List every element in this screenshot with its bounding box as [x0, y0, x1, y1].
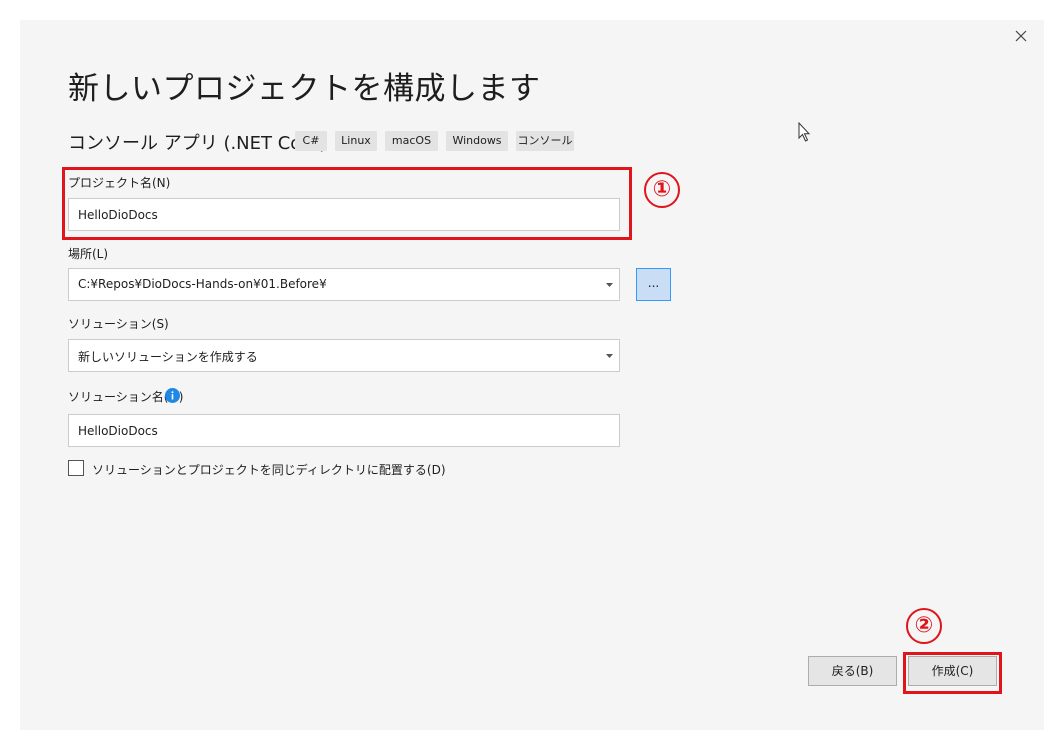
annotation-number-1: ① — [644, 172, 680, 208]
annotation-box-2 — [903, 652, 1002, 694]
back-button[interactable]: 戻る(B) — [808, 656, 897, 686]
browse-button[interactable]: ... — [636, 268, 671, 301]
close-icon[interactable] — [1012, 27, 1030, 45]
page-title: 新しいプロジェクトを構成します — [68, 71, 541, 107]
tag-linux: Linux — [335, 131, 377, 151]
tag-csharp: C# — [295, 131, 327, 151]
tag-windows: Windows — [446, 131, 508, 151]
chevron-down-icon — [606, 283, 613, 287]
solution-value: 新しいソリューションを作成する — [78, 350, 258, 364]
location-combobox[interactable]: C:¥Repos¥DioDocs-Hands-on¥01.Before¥ — [68, 268, 620, 301]
chevron-down-icon — [606, 354, 613, 358]
annotation-box-1 — [62, 167, 632, 240]
tag-console: コンソール — [516, 131, 574, 151]
cursor-icon — [798, 122, 811, 142]
annotation-number-2: ② — [906, 608, 942, 644]
template-name: コンソール アプリ (.NET Core) — [68, 133, 327, 154]
same-directory-label: ソリューションとプロジェクトを同じディレクトリに配置する(D) — [92, 463, 446, 477]
solution-label: ソリューション(S) — [68, 317, 169, 331]
location-label: 場所(L) — [68, 247, 109, 261]
info-icon[interactable] — [165, 388, 180, 403]
solution-combobox[interactable]: 新しいソリューションを作成する — [68, 339, 620, 372]
dialog — [20, 20, 1044, 730]
tag-macos: macOS — [385, 131, 438, 151]
location-value: C:¥Repos¥DioDocs-Hands-on¥01.Before¥ — [78, 277, 327, 291]
solution-name-input[interactable] — [68, 414, 620, 447]
same-directory-checkbox[interactable] — [68, 460, 84, 476]
